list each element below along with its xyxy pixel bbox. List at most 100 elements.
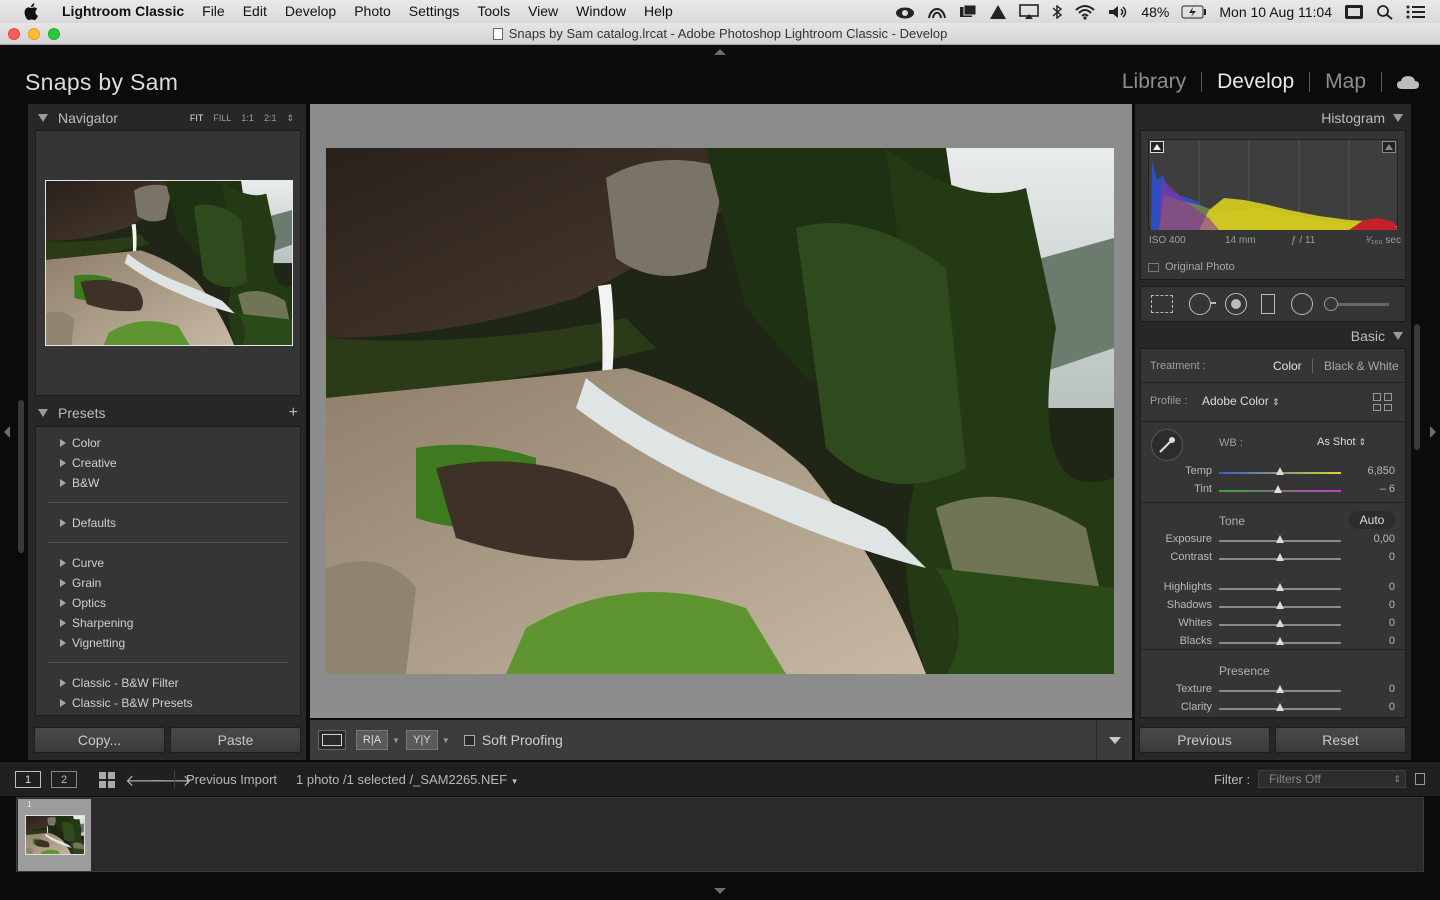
add-preset-icon[interactable]: +: [289, 404, 298, 422]
zoom-fit[interactable]: FIT: [190, 113, 204, 124]
slider-value[interactable]: 0: [1389, 635, 1395, 647]
exposure-slider[interactable]: Exposure 0,00: [1141, 531, 1407, 549]
menu-view[interactable]: View: [519, 0, 567, 23]
shadow-clipping-icon[interactable]: [1150, 141, 1164, 153]
before-after-button[interactable]: R|A: [356, 730, 388, 750]
right-panel-scrollbar[interactable]: [1414, 324, 1420, 450]
menu-photo[interactable]: Photo: [345, 0, 400, 23]
menu-edit[interactable]: Edit: [234, 0, 276, 23]
expand-triangle-icon[interactable]: [60, 599, 66, 607]
menu-settings[interactable]: Settings: [400, 0, 469, 23]
main-window-button[interactable]: 1: [15, 771, 41, 788]
left-panel-scrollbar[interactable]: [18, 400, 24, 553]
preset-group[interactable]: Curve: [36, 553, 300, 573]
dropdown-arrow-icon[interactable]: ▼: [442, 736, 450, 745]
shadows-slider[interactable]: Shadows 0: [1141, 597, 1407, 615]
graduated-filter-tool-icon[interactable]: [1261, 294, 1275, 314]
menu-file[interactable]: File: [193, 0, 234, 23]
expand-triangle-icon[interactable]: [60, 639, 66, 647]
preset-group[interactable]: Defaults: [36, 513, 300, 533]
preset-group[interactable]: Color: [36, 433, 300, 453]
preset-group[interactable]: Vignetting: [36, 633, 300, 653]
expand-triangle-icon[interactable]: [60, 459, 66, 467]
preset-group[interactable]: B&W: [36, 473, 300, 493]
profile-browser-icon[interactable]: [1373, 393, 1393, 411]
texture-slider[interactable]: Texture 0: [1141, 681, 1407, 699]
contrast-slider[interactable]: Contrast 0: [1141, 549, 1407, 567]
slider-value[interactable]: 0: [1389, 581, 1395, 593]
app-menu[interactable]: Lightroom Classic: [54, 0, 193, 23]
bottom-panel-toggle-icon[interactable]: [714, 888, 726, 894]
filter-lock-icon[interactable]: [1415, 773, 1425, 785]
cloud-sync-icon[interactable]: [1382, 74, 1420, 90]
airplay-icon[interactable]: [1019, 3, 1040, 20]
slider-thumb[interactable]: [1273, 485, 1282, 493]
slider-value[interactable]: 0: [1389, 683, 1395, 695]
temp-slider[interactable]: Temp 6,850: [1141, 463, 1407, 481]
window-close-button[interactable]: [8, 28, 20, 40]
wifi-icon[interactable]: [1075, 4, 1096, 20]
clarity-slider[interactable]: Clarity 0: [1141, 699, 1407, 717]
left-panel-toggle-icon[interactable]: [4, 426, 10, 438]
slider-value[interactable]: 0,00: [1374, 533, 1395, 545]
profile-select[interactable]: Adobe Color ⇕: [1202, 394, 1280, 408]
collapse-triangle-icon[interactable]: [38, 409, 48, 417]
menu-help[interactable]: Help: [635, 0, 682, 23]
top-panel-toggle-icon[interactable]: [714, 49, 726, 55]
slider-value[interactable]: – 6: [1380, 483, 1395, 495]
menu-window[interactable]: Window: [567, 0, 635, 23]
module-library[interactable]: Library: [1107, 70, 1201, 94]
expand-triangle-icon[interactable]: [60, 559, 66, 567]
radial-filter-tool-icon[interactable]: [1291, 293, 1313, 315]
apple-menu-icon[interactable]: [20, 3, 42, 21]
spot-removal-tool-icon[interactable]: [1189, 293, 1216, 315]
expand-triangle-icon[interactable]: [60, 479, 66, 487]
copy-button[interactable]: Copy...: [34, 727, 165, 753]
slider-thumb[interactable]: [1276, 637, 1284, 645]
preset-group[interactable]: Optics: [36, 593, 300, 613]
slider-thumb[interactable]: [1276, 467, 1284, 475]
slider-thumb[interactable]: [1276, 685, 1284, 693]
collapse-triangle-icon[interactable]: [1393, 114, 1403, 122]
window-minimize-button[interactable]: [28, 28, 40, 40]
navigator-thumbnail[interactable]: [45, 180, 293, 346]
preset-group[interactable]: Creative: [36, 453, 300, 473]
notification-center-icon[interactable]: [1406, 4, 1426, 20]
navigator-preview[interactable]: [35, 130, 301, 396]
auto-tone-button[interactable]: Auto: [1349, 511, 1395, 529]
histogram-header[interactable]: Histogram: [1321, 105, 1403, 131]
loupe-view-button[interactable]: [318, 730, 346, 750]
preset-group[interactable]: Classic - B&W Filter: [36, 673, 300, 693]
filmstrip-source[interactable]: Previous Import: [186, 772, 277, 787]
zoom-stepper-icon[interactable]: ⇕: [286, 113, 294, 124]
grid-view-icon[interactable]: [99, 772, 115, 788]
red-eye-tool-icon[interactable]: [1225, 293, 1247, 315]
filter-select[interactable]: Filters Off ⇕: [1258, 770, 1406, 788]
slider-thumb[interactable]: [1276, 619, 1284, 627]
wb-select[interactable]: As Shot ⇕: [1317, 436, 1366, 448]
before-after-split-button[interactable]: Y|Y: [405, 730, 438, 750]
toolbar-menu-button[interactable]: [1096, 720, 1132, 760]
adjustment-brush-tool-icon[interactable]: [1324, 296, 1389, 311]
collapse-triangle-icon[interactable]: [1393, 332, 1403, 340]
slider-thumb[interactable]: [1276, 535, 1284, 543]
bluetooth-icon[interactable]: [1051, 4, 1063, 20]
original-photo-checkbox[interactable]: [1148, 262, 1159, 272]
module-develop[interactable]: Develop: [1202, 70, 1309, 94]
zoom-fill[interactable]: FILL: [213, 113, 231, 124]
menu-clock[interactable]: Mon 10 Aug 11:04: [1219, 4, 1332, 20]
preset-group[interactable]: Classic - B&W Presets: [36, 693, 300, 713]
menu-tools[interactable]: Tools: [468, 0, 519, 23]
basic-header[interactable]: Basic: [1351, 323, 1403, 349]
highlights-slider[interactable]: Highlights 0: [1141, 579, 1407, 597]
tint-slider[interactable]: Tint – 6: [1141, 481, 1407, 499]
treatment-color-option[interactable]: Color: [1273, 359, 1302, 373]
drive-icon[interactable]: [989, 4, 1007, 20]
screens-icon[interactable]: [959, 4, 977, 20]
eyedropper-icon[interactable]: [1151, 429, 1183, 461]
zoom-2-1[interactable]: 2:1: [264, 113, 277, 124]
battery-icon[interactable]: [1181, 5, 1207, 19]
histogram-graph[interactable]: [1148, 139, 1398, 230]
reset-button[interactable]: Reset: [1275, 727, 1406, 753]
presets-header[interactable]: Presets +: [38, 400, 300, 426]
